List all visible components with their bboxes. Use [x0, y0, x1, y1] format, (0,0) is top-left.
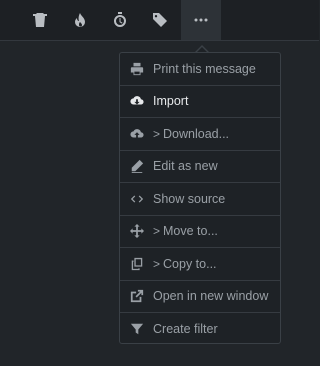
submenu-indicator: >	[153, 126, 161, 141]
code-icon	[130, 195, 144, 203]
tag-icon	[153, 13, 167, 27]
message-toolbar	[0, 0, 319, 41]
move-icon	[130, 224, 144, 239]
menu-item-label: Copy to...	[163, 256, 217, 271]
menu-item-label: Move to...	[163, 224, 218, 239]
more-icon	[194, 18, 208, 22]
more-actions-menu: Print this message Import > Download... …	[119, 52, 281, 344]
external-link-icon	[130, 290, 144, 303]
more-button[interactable]	[181, 0, 221, 40]
menu-item-edit-as-new[interactable]: Edit as new	[120, 151, 280, 183]
flame-icon	[75, 13, 85, 27]
snooze-button[interactable]	[100, 0, 140, 40]
cloud-upload-icon	[130, 128, 144, 138]
menu-item-create-filter[interactable]: Create filter	[120, 313, 280, 343]
stopwatch-icon	[114, 12, 126, 27]
menu-item-label: Import	[153, 94, 189, 109]
print-icon	[130, 62, 144, 75]
cloud-download-icon	[130, 96, 144, 105]
menu-item-label: Edit as new	[153, 159, 218, 174]
menu-item-move-to[interactable]: > Move to...	[120, 216, 280, 248]
junk-button[interactable]	[60, 0, 100, 40]
tag-button[interactable]	[140, 0, 180, 40]
menu-item-label: Print this message	[153, 61, 256, 76]
menu-item-copy-to[interactable]: > Copy to...	[120, 248, 280, 281]
menu-item-print[interactable]: Print this message	[120, 53, 280, 86]
pencil-icon	[131, 160, 144, 174]
filter-icon	[130, 324, 144, 335]
menu-item-label: Show source	[153, 191, 226, 206]
trash-icon	[33, 13, 47, 27]
menu-item-show-source[interactable]: Show source	[120, 183, 280, 216]
menu-item-download[interactable]: > Download...	[120, 118, 280, 151]
submenu-indicator: >	[153, 256, 161, 271]
menu-item-label: Open in new window	[153, 289, 269, 304]
menu-item-label: Download...	[163, 126, 230, 141]
menu-item-open-new-window[interactable]: Open in new window	[120, 281, 280, 313]
delete-button[interactable]	[20, 0, 60, 40]
copy-icon	[131, 257, 143, 270]
menu-item-label: Create filter	[153, 322, 218, 337]
submenu-indicator: >	[153, 224, 161, 239]
menu-item-import[interactable]: Import	[120, 86, 280, 118]
